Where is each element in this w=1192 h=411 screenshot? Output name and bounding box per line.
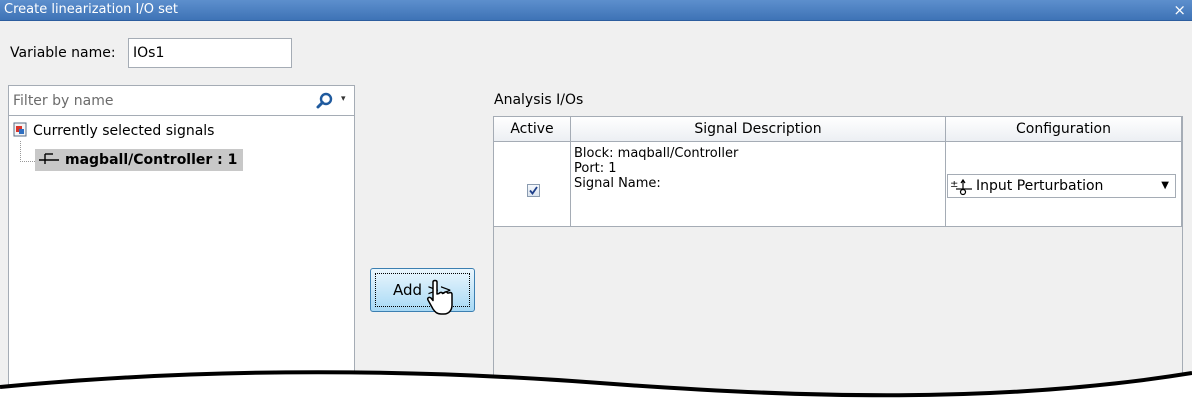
window-title: Create linearization I/O set: [4, 2, 178, 17]
variable-name-label: Variable name:: [10, 45, 116, 61]
analysis-ios-label: Analysis I/Os: [494, 92, 584, 108]
signals-icon: [13, 122, 27, 141]
tree-connector: [20, 141, 35, 162]
tree-root[interactable]: Currently selected signals: [13, 121, 214, 141]
configuration-value: Input Perturbation: [976, 178, 1104, 194]
filter-dropdown-icon[interactable]: ▾: [341, 94, 346, 104]
table-row-configuration-cell: ± Input Perturbation ▼: [946, 142, 1182, 227]
block-text: Block: maqball/Controller: [574, 146, 739, 161]
signal-description: Block: maqball/Controller Port: 1 Signal…: [574, 146, 738, 191]
title-bar[interactable]: Create linearization I/O set ×: [0, 0, 1192, 21]
active-checkbox[interactable]: [527, 184, 540, 197]
io-point-icon: [39, 151, 59, 169]
torn-edge: [0, 370, 1192, 411]
column-header-active[interactable]: Active: [494, 117, 571, 142]
signal-name-text: Signal Name:: [574, 176, 661, 191]
tree-item-signal[interactable]: magball/Controller : 1: [35, 149, 244, 171]
column-header-configuration[interactable]: Configuration: [946, 117, 1182, 142]
input-perturbation-icon: ±: [950, 176, 974, 196]
tree-item-label: magball/Controller : 1: [65, 152, 238, 168]
dialog-window: Create linearization I/O set × Variable …: [0, 0, 1192, 411]
add-button[interactable]: Add >>: [370, 268, 475, 312]
filter-input[interactable]: [9, 86, 299, 115]
filter-box: ▾: [8, 85, 355, 116]
svg-text:±: ±: [950, 179, 958, 190]
search-icon[interactable]: [315, 91, 335, 111]
chevron-down-icon[interactable]: ▼: [1161, 180, 1169, 191]
tree-root-label: Currently selected signals: [33, 123, 215, 139]
variable-name-input[interactable]: [128, 38, 292, 68]
port-text: Port: 1: [574, 161, 617, 176]
column-header-signal-description[interactable]: Signal Description: [571, 117, 946, 142]
configuration-dropdown[interactable]: ± Input Perturbation ▼: [947, 174, 1176, 198]
table-row-active-cell: [494, 142, 571, 227]
focus-rectangle: [375, 273, 470, 307]
table-row-description-cell: Block: maqball/Controller Port: 1 Signal…: [571, 142, 946, 227]
close-icon[interactable]: ×: [1173, 1, 1186, 19]
